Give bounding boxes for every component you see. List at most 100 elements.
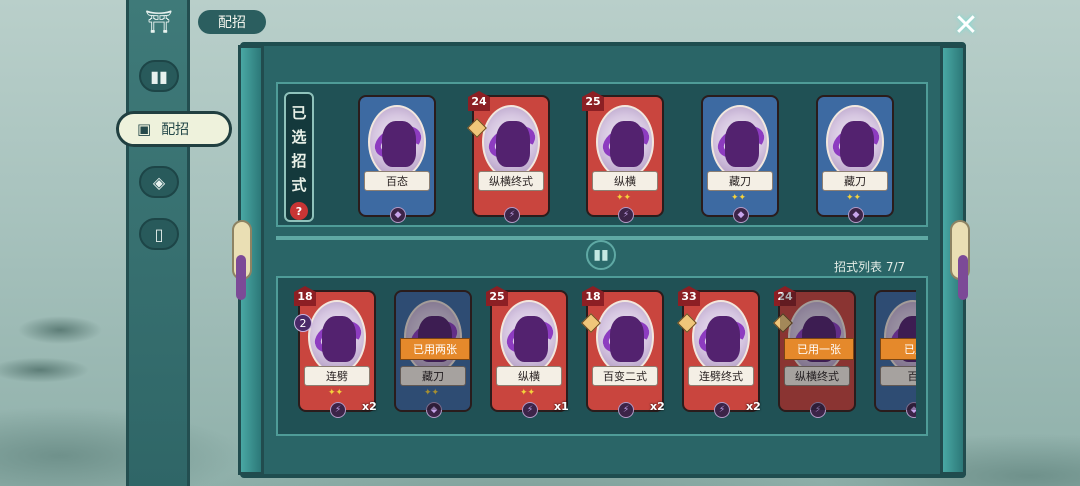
card-sub-badge: 2 xyxy=(294,314,312,332)
card-art-silhouette xyxy=(840,121,874,167)
cards-icon[interactable]: ▮▮ xyxy=(139,60,179,92)
card-type-icon: ⚡ xyxy=(504,207,520,223)
card-art xyxy=(596,300,654,374)
move-card[interactable]: 纵横 25 ✦✦ ⚡ xyxy=(582,91,664,223)
card-cost-badge: 33 xyxy=(678,286,700,306)
sidebar-item-label: 配招 xyxy=(161,122,190,138)
card-stars: ✦✦ xyxy=(731,193,747,203)
card-type-icon: ⚡ xyxy=(522,402,538,418)
card-multiplier: x1 xyxy=(554,400,569,413)
card-type-icon: ◆ xyxy=(426,402,442,418)
card-art xyxy=(308,300,366,374)
deck-icon: ▣ xyxy=(137,120,152,138)
card-used-tag: 已用一张 xyxy=(784,338,854,360)
card-art xyxy=(788,300,846,374)
card-cost-badge: 25 xyxy=(486,286,508,306)
card-name: 藏刀 xyxy=(400,366,466,386)
card-stars: ✦✦ xyxy=(616,193,632,203)
move-card[interactable]: 连劈 18 2 ✦✦ ⚡ x2 xyxy=(294,286,377,418)
card-art xyxy=(500,300,558,374)
card-stars: ✦✦ xyxy=(424,388,440,398)
card-art xyxy=(368,105,426,179)
move-list-cards: 连劈 18 2 ✦✦ ⚡ x2 藏刀 ✦✦ ◆ 已用两张 纵横 25 ✦✦ ⚡ x1 百变二式 18 ⚡ x2 连劈终… xyxy=(290,284,916,434)
move-card[interactable]: 百态 ◆ xyxy=(358,95,436,223)
card-multiplier: x2 xyxy=(650,400,665,413)
card-cost-badge: 18 xyxy=(294,286,316,306)
background-pine-tree xyxy=(0,300,130,430)
sidebar: ⛩ ▮▮ ◈ ▯ xyxy=(126,0,190,486)
card-used-tag: 已用 xyxy=(880,338,916,360)
card-art-silhouette xyxy=(514,316,548,362)
card-name: 连劈终式 xyxy=(688,366,754,386)
card-type-icon: ◆ xyxy=(906,402,916,418)
page-title: 配招 xyxy=(198,10,266,34)
card-used-tag: 已用两张 xyxy=(400,338,470,360)
move-list-count: 招式列表 7/7 xyxy=(834,258,905,275)
card-name: 纵横 xyxy=(496,366,562,386)
move-card[interactable]: 连劈终式 33 ⚡ x2 xyxy=(677,286,761,418)
card-art xyxy=(826,105,884,179)
card-type-icon: ⚡ xyxy=(618,402,634,418)
sidebar-item-deck[interactable]: ▣ 配招 xyxy=(116,111,232,147)
card-type-icon: ◆ xyxy=(848,207,864,223)
help-icon[interactable]: ? xyxy=(290,202,308,220)
card-name: 百变二式 xyxy=(592,366,658,386)
card-type-icon: ⚡ xyxy=(618,207,634,223)
card-stars: ✦✦ xyxy=(328,388,344,398)
card-name: 藏刀 xyxy=(822,171,888,191)
left-tassel xyxy=(236,255,246,300)
card-art-silhouette xyxy=(322,316,356,362)
selected-label-char: 式 xyxy=(291,176,307,194)
move-card[interactable]: 藏刀 ✦✦ ◆ xyxy=(816,95,894,223)
move-card[interactable]: 纵横 25 ✦✦ ⚡ x1 xyxy=(486,286,569,418)
move-list-title: 招式列表 xyxy=(834,260,883,274)
card-art xyxy=(692,300,750,374)
card-art-silhouette xyxy=(382,121,416,167)
card-name: 百态 xyxy=(364,171,430,191)
selected-label-char: 招 xyxy=(291,152,307,170)
card-type-icon: ⚡ xyxy=(714,402,730,418)
move-card[interactable]: 百 ◆ 已用 xyxy=(874,290,916,418)
card-cost-badge: 18 xyxy=(582,286,604,306)
card-seal-icon xyxy=(773,313,793,333)
card-name: 连劈 xyxy=(304,366,370,386)
right-tassel xyxy=(958,255,968,300)
card-stars: ✦✦ xyxy=(520,388,536,398)
card-art-silhouette xyxy=(610,121,644,167)
card-art xyxy=(711,105,769,179)
card-stars: ✦✦ xyxy=(846,193,862,203)
card-name: 纵横 xyxy=(592,171,658,191)
move-card[interactable]: 藏刀 ✦✦ ◆ 已用两张 xyxy=(394,290,472,418)
move-card[interactable]: 藏刀 ✦✦ ◆ xyxy=(701,95,779,223)
card-multiplier: x2 xyxy=(362,400,377,413)
card-art-silhouette xyxy=(706,316,740,362)
card-single-icon[interactable]: ▯ xyxy=(139,218,179,250)
selected-label-char: 选 xyxy=(291,128,307,146)
card-art xyxy=(404,300,462,374)
card-art-silhouette xyxy=(610,316,644,362)
card-art xyxy=(596,105,654,179)
card-art-silhouette xyxy=(725,121,759,167)
card-art xyxy=(884,300,916,374)
move-card[interactable]: 纵横终式 24 ⚡ xyxy=(467,91,550,223)
card-name: 纵横终式 xyxy=(478,171,544,191)
pavilion-icon[interactable]: ⛩ xyxy=(139,6,179,38)
card-type-icon: ◆ xyxy=(733,207,749,223)
card-name: 藏刀 xyxy=(707,171,773,191)
selected-moves-label: 已 选 招 式 ? xyxy=(284,92,314,222)
move-card[interactable]: 百变二式 18 ⚡ x2 xyxy=(581,286,665,418)
close-icon[interactable]: ✕ xyxy=(950,10,982,42)
deck-divider-icon: ▮▮ xyxy=(586,240,616,270)
card-multiplier: x2 xyxy=(746,400,761,413)
card-name: 纵横终式 xyxy=(784,366,850,386)
card-type-icon: ⚡ xyxy=(330,402,346,418)
card-name: 百 xyxy=(880,366,916,386)
card-art xyxy=(482,105,540,179)
card-type-icon: ⚡ xyxy=(810,402,826,418)
card-cost-badge: 24 xyxy=(774,286,796,306)
emblem-icon[interactable]: ◈ xyxy=(139,166,179,198)
selected-label-char: 已 xyxy=(291,104,307,122)
move-card[interactable]: 纵横终式 24 ⚡ 已用一张 xyxy=(773,286,856,418)
card-art-silhouette xyxy=(496,121,530,167)
card-type-icon: ◆ xyxy=(390,207,406,223)
